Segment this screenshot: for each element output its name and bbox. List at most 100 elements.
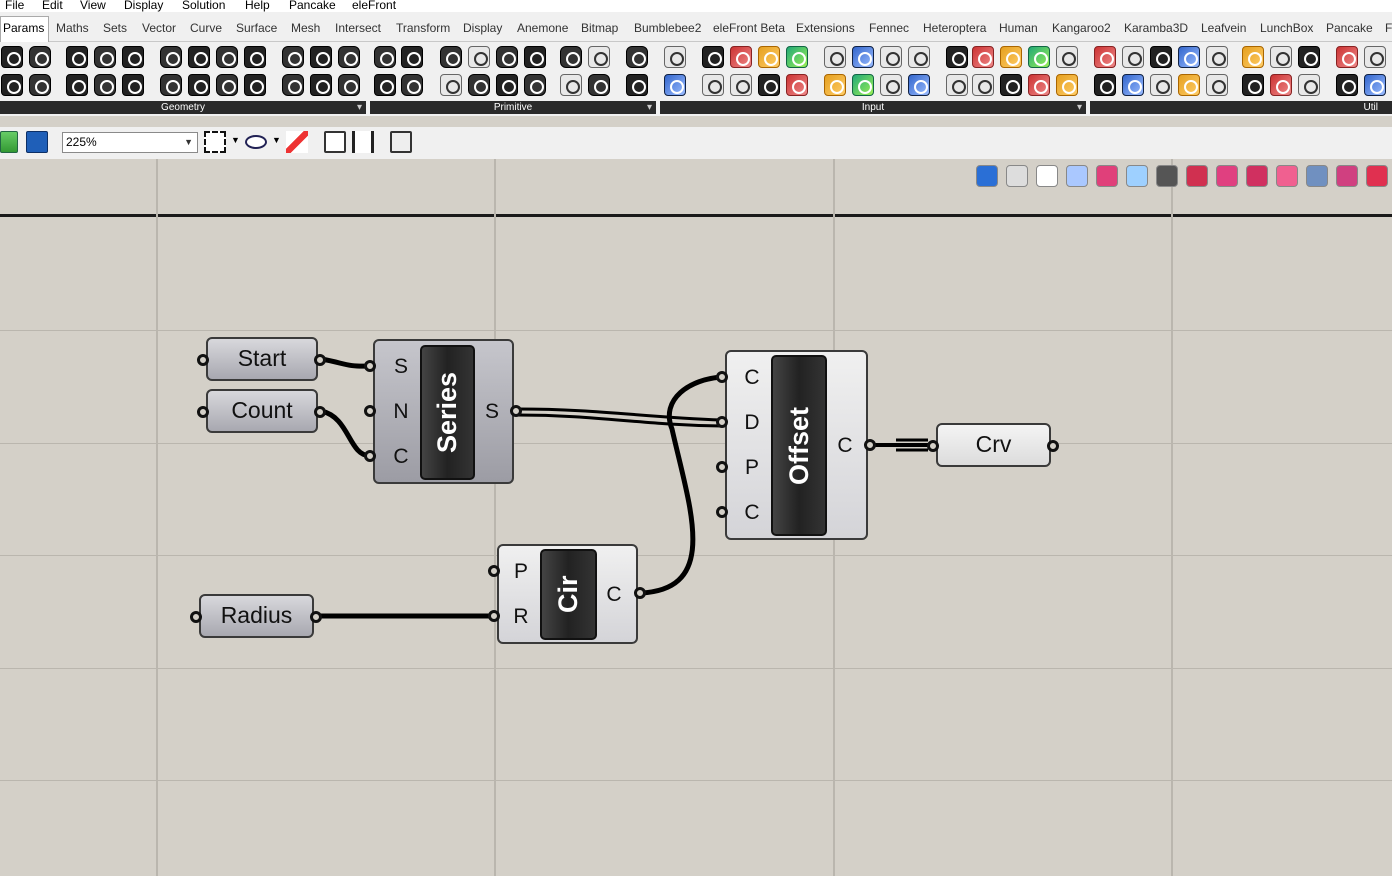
count-param-input-grip[interactable] xyxy=(197,406,209,418)
circle-component[interactable]: Cir P R C xyxy=(497,544,638,644)
menu-pancake[interactable]: Pancake xyxy=(289,0,336,11)
geometry-component-icon[interactable] xyxy=(1,74,23,96)
input-component-icon[interactable] xyxy=(702,46,724,68)
offset-component[interactable]: Offset C D P C C xyxy=(725,350,868,540)
util-component-icon[interactable] xyxy=(1150,46,1172,68)
util-component-icon[interactable] xyxy=(1336,74,1358,96)
offset-grip-c2[interactable] xyxy=(716,506,728,518)
primitive-component-icon[interactable] xyxy=(468,74,490,96)
util-component-icon[interactable] xyxy=(1242,74,1264,96)
input-component-icon[interactable] xyxy=(908,74,930,96)
util-component-icon[interactable] xyxy=(1122,74,1144,96)
crv-param-output-grip[interactable] xyxy=(1047,440,1059,452)
input-component-icon[interactable] xyxy=(1000,46,1022,68)
preview-eye-icon[interactable] xyxy=(245,135,267,149)
input-component-icon[interactable] xyxy=(852,46,874,68)
input-component-icon[interactable] xyxy=(946,74,968,96)
series-input-s[interactable]: S xyxy=(388,355,414,379)
input-component-icon[interactable] xyxy=(852,74,874,96)
util-component-icon[interactable] xyxy=(1364,74,1386,96)
menu-elefront[interactable]: eleFront xyxy=(352,0,396,11)
primitive-component-icon[interactable] xyxy=(401,74,423,96)
tab-maths[interactable]: Maths xyxy=(56,21,89,35)
util-component-icon[interactable] xyxy=(1094,46,1116,68)
geometry-component-icon[interactable] xyxy=(282,46,304,68)
radius-param-input-grip[interactable] xyxy=(190,611,202,623)
util-component-icon[interactable] xyxy=(1298,74,1320,96)
tab-mesh[interactable]: Mesh xyxy=(291,21,320,35)
geometry-component-icon[interactable] xyxy=(122,74,144,96)
input-component-icon[interactable] xyxy=(758,74,780,96)
zoom-level-select[interactable]: 225% ▼ xyxy=(62,132,198,153)
input-component-icon[interactable] xyxy=(824,46,846,68)
tab-transform[interactable]: Transform xyxy=(396,21,450,35)
crv-param-input-grip[interactable] xyxy=(927,440,939,452)
menu-view[interactable]: View xyxy=(80,0,106,11)
input-component-icon[interactable] xyxy=(664,74,686,96)
offset-output-c[interactable]: C xyxy=(832,434,858,458)
primitive-component-icon[interactable] xyxy=(374,74,396,96)
geometry-component-icon[interactable] xyxy=(282,74,304,96)
wire-circle-to-offset-c[interactable] xyxy=(640,374,723,596)
tab-surface[interactable]: Surface xyxy=(236,21,277,35)
primitive-component-icon[interactable] xyxy=(560,46,582,68)
primitive-component-icon[interactable] xyxy=(588,46,610,68)
geometry-component-icon[interactable] xyxy=(188,46,210,68)
tab-bitmap[interactable]: Bitmap xyxy=(581,21,618,35)
tab-sets[interactable]: Sets xyxy=(103,21,127,35)
tab-pancake[interactable]: Pancake xyxy=(1326,21,1373,35)
util-component-icon[interactable] xyxy=(1242,46,1264,68)
input-component-icon[interactable] xyxy=(702,74,724,96)
tab-human[interactable]: Human xyxy=(999,21,1038,35)
radius-param[interactable]: Radius xyxy=(199,594,314,638)
primitive-component-icon[interactable] xyxy=(626,46,648,68)
series-grip-s[interactable] xyxy=(364,360,376,372)
util-component-icon[interactable] xyxy=(1178,46,1200,68)
circle-grip-p[interactable] xyxy=(488,565,500,577)
offset-input-p[interactable]: P xyxy=(739,456,765,480)
geometry-component-icon[interactable] xyxy=(310,74,332,96)
geometry-component-icon[interactable] xyxy=(1,46,23,68)
circle-grip-output[interactable] xyxy=(634,587,646,599)
series-grip-output[interactable] xyxy=(510,405,522,417)
geometry-component-icon[interactable] xyxy=(29,46,51,68)
tab-elefront-beta[interactable]: eleFront Beta xyxy=(713,21,785,35)
util-component-icon[interactable] xyxy=(1298,46,1320,68)
tab-anemone[interactable]: Anemone xyxy=(517,21,568,35)
geometry-component-icon[interactable] xyxy=(338,74,360,96)
input-component-icon[interactable] xyxy=(1028,46,1050,68)
primitive-component-icon[interactable] xyxy=(496,74,518,96)
primitive-component-icon[interactable] xyxy=(524,46,546,68)
series-component[interactable]: Series S N C S xyxy=(373,339,514,484)
primitive-component-icon[interactable] xyxy=(588,74,610,96)
start-param[interactable]: Start xyxy=(206,337,318,381)
input-component-icon[interactable] xyxy=(908,46,930,68)
util-component-icon[interactable] xyxy=(1206,74,1228,96)
menu-solution[interactable]: Solution xyxy=(182,0,225,11)
util-component-icon[interactable] xyxy=(1122,46,1144,68)
panel-geometry-label[interactable]: Geometry ▾ xyxy=(0,101,366,114)
tab-fennec[interactable]: Fennec xyxy=(869,21,909,35)
input-component-icon[interactable] xyxy=(786,74,808,96)
geometry-component-icon[interactable] xyxy=(216,74,238,96)
util-component-icon[interactable] xyxy=(1364,46,1386,68)
input-component-icon[interactable] xyxy=(730,74,752,96)
tab-curve[interactable]: Curve xyxy=(190,21,222,35)
geometry-component-icon[interactable] xyxy=(310,46,332,68)
wire-series-to-offset-d-b[interactable] xyxy=(516,413,723,428)
input-component-icon[interactable] xyxy=(1000,74,1022,96)
panel-input-label[interactable]: Input ▾ xyxy=(660,101,1086,114)
zoom-extents-dropdown-icon[interactable]: ▼ xyxy=(231,135,240,145)
util-component-icon[interactable] xyxy=(1094,74,1116,96)
util-component-icon[interactable] xyxy=(1270,74,1292,96)
menu-edit[interactable]: Edit xyxy=(42,0,63,11)
input-component-icon[interactable] xyxy=(1056,46,1078,68)
circle-grip-r[interactable] xyxy=(488,610,500,622)
geometry-component-icon[interactable] xyxy=(216,46,238,68)
series-grip-n[interactable] xyxy=(364,405,376,417)
geometry-component-icon[interactable] xyxy=(188,74,210,96)
tab-extensions[interactable]: Extensions xyxy=(796,21,855,35)
remote-panel-icon[interactable] xyxy=(390,131,412,153)
series-component-body[interactable]: Series xyxy=(420,345,475,480)
sketch-pen-icon[interactable] xyxy=(286,131,308,153)
